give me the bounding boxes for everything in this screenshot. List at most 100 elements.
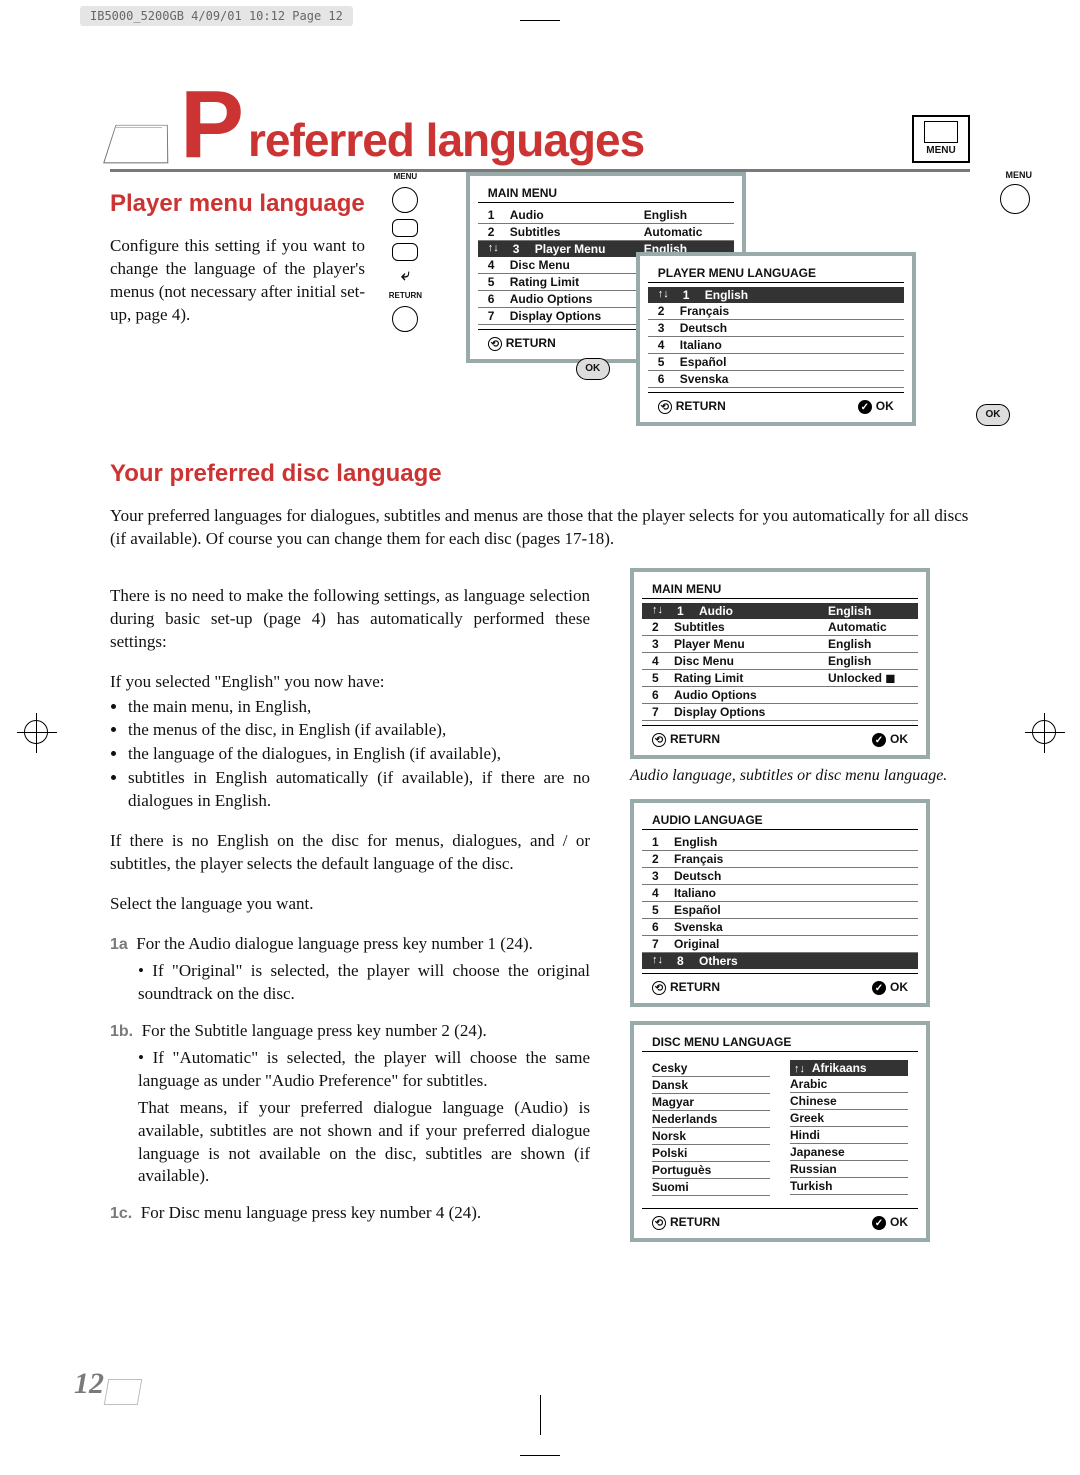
return-icon: ⟲ [652, 981, 666, 995]
step-text: For the Subtitle language press key numb… [142, 1021, 487, 1040]
menu-button-icon [1000, 184, 1030, 214]
ok-icon: ✓ [872, 981, 886, 995]
para: There is no need to make the following s… [110, 585, 590, 654]
step-para: That means, if your preferred dialogue l… [138, 1097, 590, 1189]
ok-label: OK [890, 732, 908, 746]
osd-row: 3Deutsch [648, 320, 904, 337]
lang-item: Portuguès [652, 1162, 770, 1179]
osd-header: PLAYER MENU LANGUAGE [648, 260, 904, 283]
osd-row: ↑↓1AudioEnglish [642, 603, 918, 619]
ok-button: OK [576, 358, 610, 380]
page-number: 12 [74, 1367, 104, 1401]
step-sub: • If "Automatic" is selected, the player… [138, 1047, 590, 1093]
page-book-icon [104, 1379, 143, 1405]
lang-item: Nederlands [652, 1111, 770, 1128]
osd-row: 7Display Options [642, 704, 918, 721]
osd-main-menu-2: MAIN MENU ↑↓1AudioEnglish2SubtitlesAutom… [630, 568, 930, 759]
lang-item: Japanese [790, 1144, 908, 1161]
osd-row: 2SubtitlesAutomatic [642, 619, 918, 636]
para: Select the language you want. [110, 893, 590, 916]
ok-button: OK [976, 404, 1010, 426]
osd-disc-menu-language: DISC MENU LANGUAGE CeskyDanskMagyarNeder… [630, 1021, 930, 1242]
step-text: For Disc menu language press key number … [141, 1203, 481, 1222]
up-button [392, 219, 418, 237]
section-player-menu-language: Player menu language Configure this sett… [110, 172, 970, 442]
bullet: the language of the dialogues, in Englis… [128, 743, 590, 766]
osd-row: 4Italiano [642, 885, 918, 902]
return-label: RETURN [670, 1215, 720, 1229]
osd-row: 4Italiano [648, 337, 904, 354]
remote-diagram: MENU ⤶ RETURN [385, 172, 426, 442]
step-key: 1b. [110, 1023, 133, 1040]
bullet: the menus of the disc, in English (if av… [128, 719, 590, 742]
osd-row: 6Svenska [648, 371, 904, 388]
ok-label: OK [890, 1215, 908, 1229]
title-dropcap: P [180, 88, 244, 163]
registration-mark [1032, 720, 1056, 744]
osd-row: 6Svenska [642, 919, 918, 936]
osd-row: 5Rating LimitUnlocked ◼ [642, 670, 918, 687]
osd-row: 1AudioEnglish [478, 207, 734, 224]
screen-icon [924, 121, 958, 143]
return-icon: ⟲ [488, 337, 502, 351]
lang-item: Suomi [652, 1179, 770, 1196]
print-slug: IB5000_5200GB 4/09/01 10:12 Page 12 [80, 6, 353, 26]
osd-row: 6Audio Options [642, 687, 918, 704]
osd-header: AUDIO LANGUAGE [642, 807, 918, 830]
section1-paragraph: Configure this setting if you want to ch… [110, 235, 365, 327]
lang-item: Turkish [790, 1178, 908, 1195]
col-right: ↑↓ AfrikaansArabicChineseGreekHindiJapan… [790, 1060, 908, 1196]
osd-row: 4Disc MenuEnglish [642, 653, 918, 670]
menu-label: MENU [394, 172, 418, 181]
lang-item: Dansk [652, 1077, 770, 1094]
right-column: MAIN MENU ↑↓1AudioEnglish2SubtitlesAutom… [630, 568, 970, 1242]
osd-row: 5Español [642, 902, 918, 919]
osd-header: MAIN MENU [642, 576, 918, 599]
tv-menu-icon: MENU [912, 115, 970, 163]
osd-stage: MENU MAIN MENU 1AudioEnglish2SubtitlesAu… [446, 172, 970, 442]
osd-rows: ↑↓1AudioEnglish2SubtitlesAutomatic3Playe… [634, 603, 926, 721]
menu-label: MENU [1006, 170, 1033, 180]
page-title: P referred languages [110, 88, 644, 163]
lang-item: Greek [790, 1110, 908, 1127]
bullet-list: the main menu, in English,the menus of t… [128, 696, 590, 814]
osd-footer: ⟲RETURN ✓OK [642, 725, 918, 755]
crop-mark [520, 0, 560, 40]
osd-player-menu-language: PLAYER MENU LANGUAGE ↑↓1English2Français… [636, 252, 916, 426]
return-label: RETURN [676, 399, 726, 413]
osd-row: 7Original [642, 936, 918, 953]
left-column: There is no need to make the following s… [110, 568, 590, 1242]
osd-row: 2Français [642, 851, 918, 868]
lang-item: Chinese [790, 1093, 908, 1110]
pointer-icon: ⤶ [401, 267, 410, 285]
para: If there is no English on the disc for m… [110, 830, 590, 876]
osd-row: 3Player MenuEnglish [642, 636, 918, 653]
osd-footer: ⟲RETURN ✓OK [642, 1208, 918, 1238]
lang-item: Cesky [652, 1060, 770, 1077]
ok-icon: ✓ [872, 1216, 886, 1230]
osd-row: ↑↓1English [648, 287, 904, 303]
para: If you selected "English" you now have: [110, 671, 590, 694]
figure-caption: Audio language, subtitles or disc menu l… [630, 767, 970, 785]
ok-icon: ✓ [872, 733, 886, 747]
step-1b: 1b. For the Subtitle language press key … [110, 1020, 590, 1189]
lang-item: Norsk [652, 1128, 770, 1145]
return-label: RETURN [506, 336, 556, 350]
step-sub: • If "Original" is selected, the player … [138, 960, 590, 1006]
lang-item: Arabic [790, 1076, 908, 1093]
osd-row: 2Français [648, 303, 904, 320]
content: P referred languages MENU Player menu la… [110, 88, 970, 1242]
ok-label: OK [876, 399, 894, 413]
lang-item: Russian [790, 1161, 908, 1178]
step-1a: 1a For the Audio dialogue language press… [110, 933, 590, 1006]
step-key: 1c. [110, 1205, 132, 1222]
registration-mark [24, 720, 48, 744]
page: IB5000_5200GB 4/09/01 10:12 Page 12 P re… [0, 0, 1080, 1475]
return-icon: ⟲ [652, 733, 666, 747]
return-label: RETURN [670, 980, 720, 994]
section2-heading: Your preferred disc language [110, 460, 970, 488]
osd-header: DISC MENU LANGUAGE [642, 1029, 918, 1052]
osd-row: 1English [642, 834, 918, 851]
crop-mark [520, 1435, 560, 1475]
osd-columns: CeskyDanskMagyarNederlandsNorskPolskiPor… [642, 1056, 918, 1204]
